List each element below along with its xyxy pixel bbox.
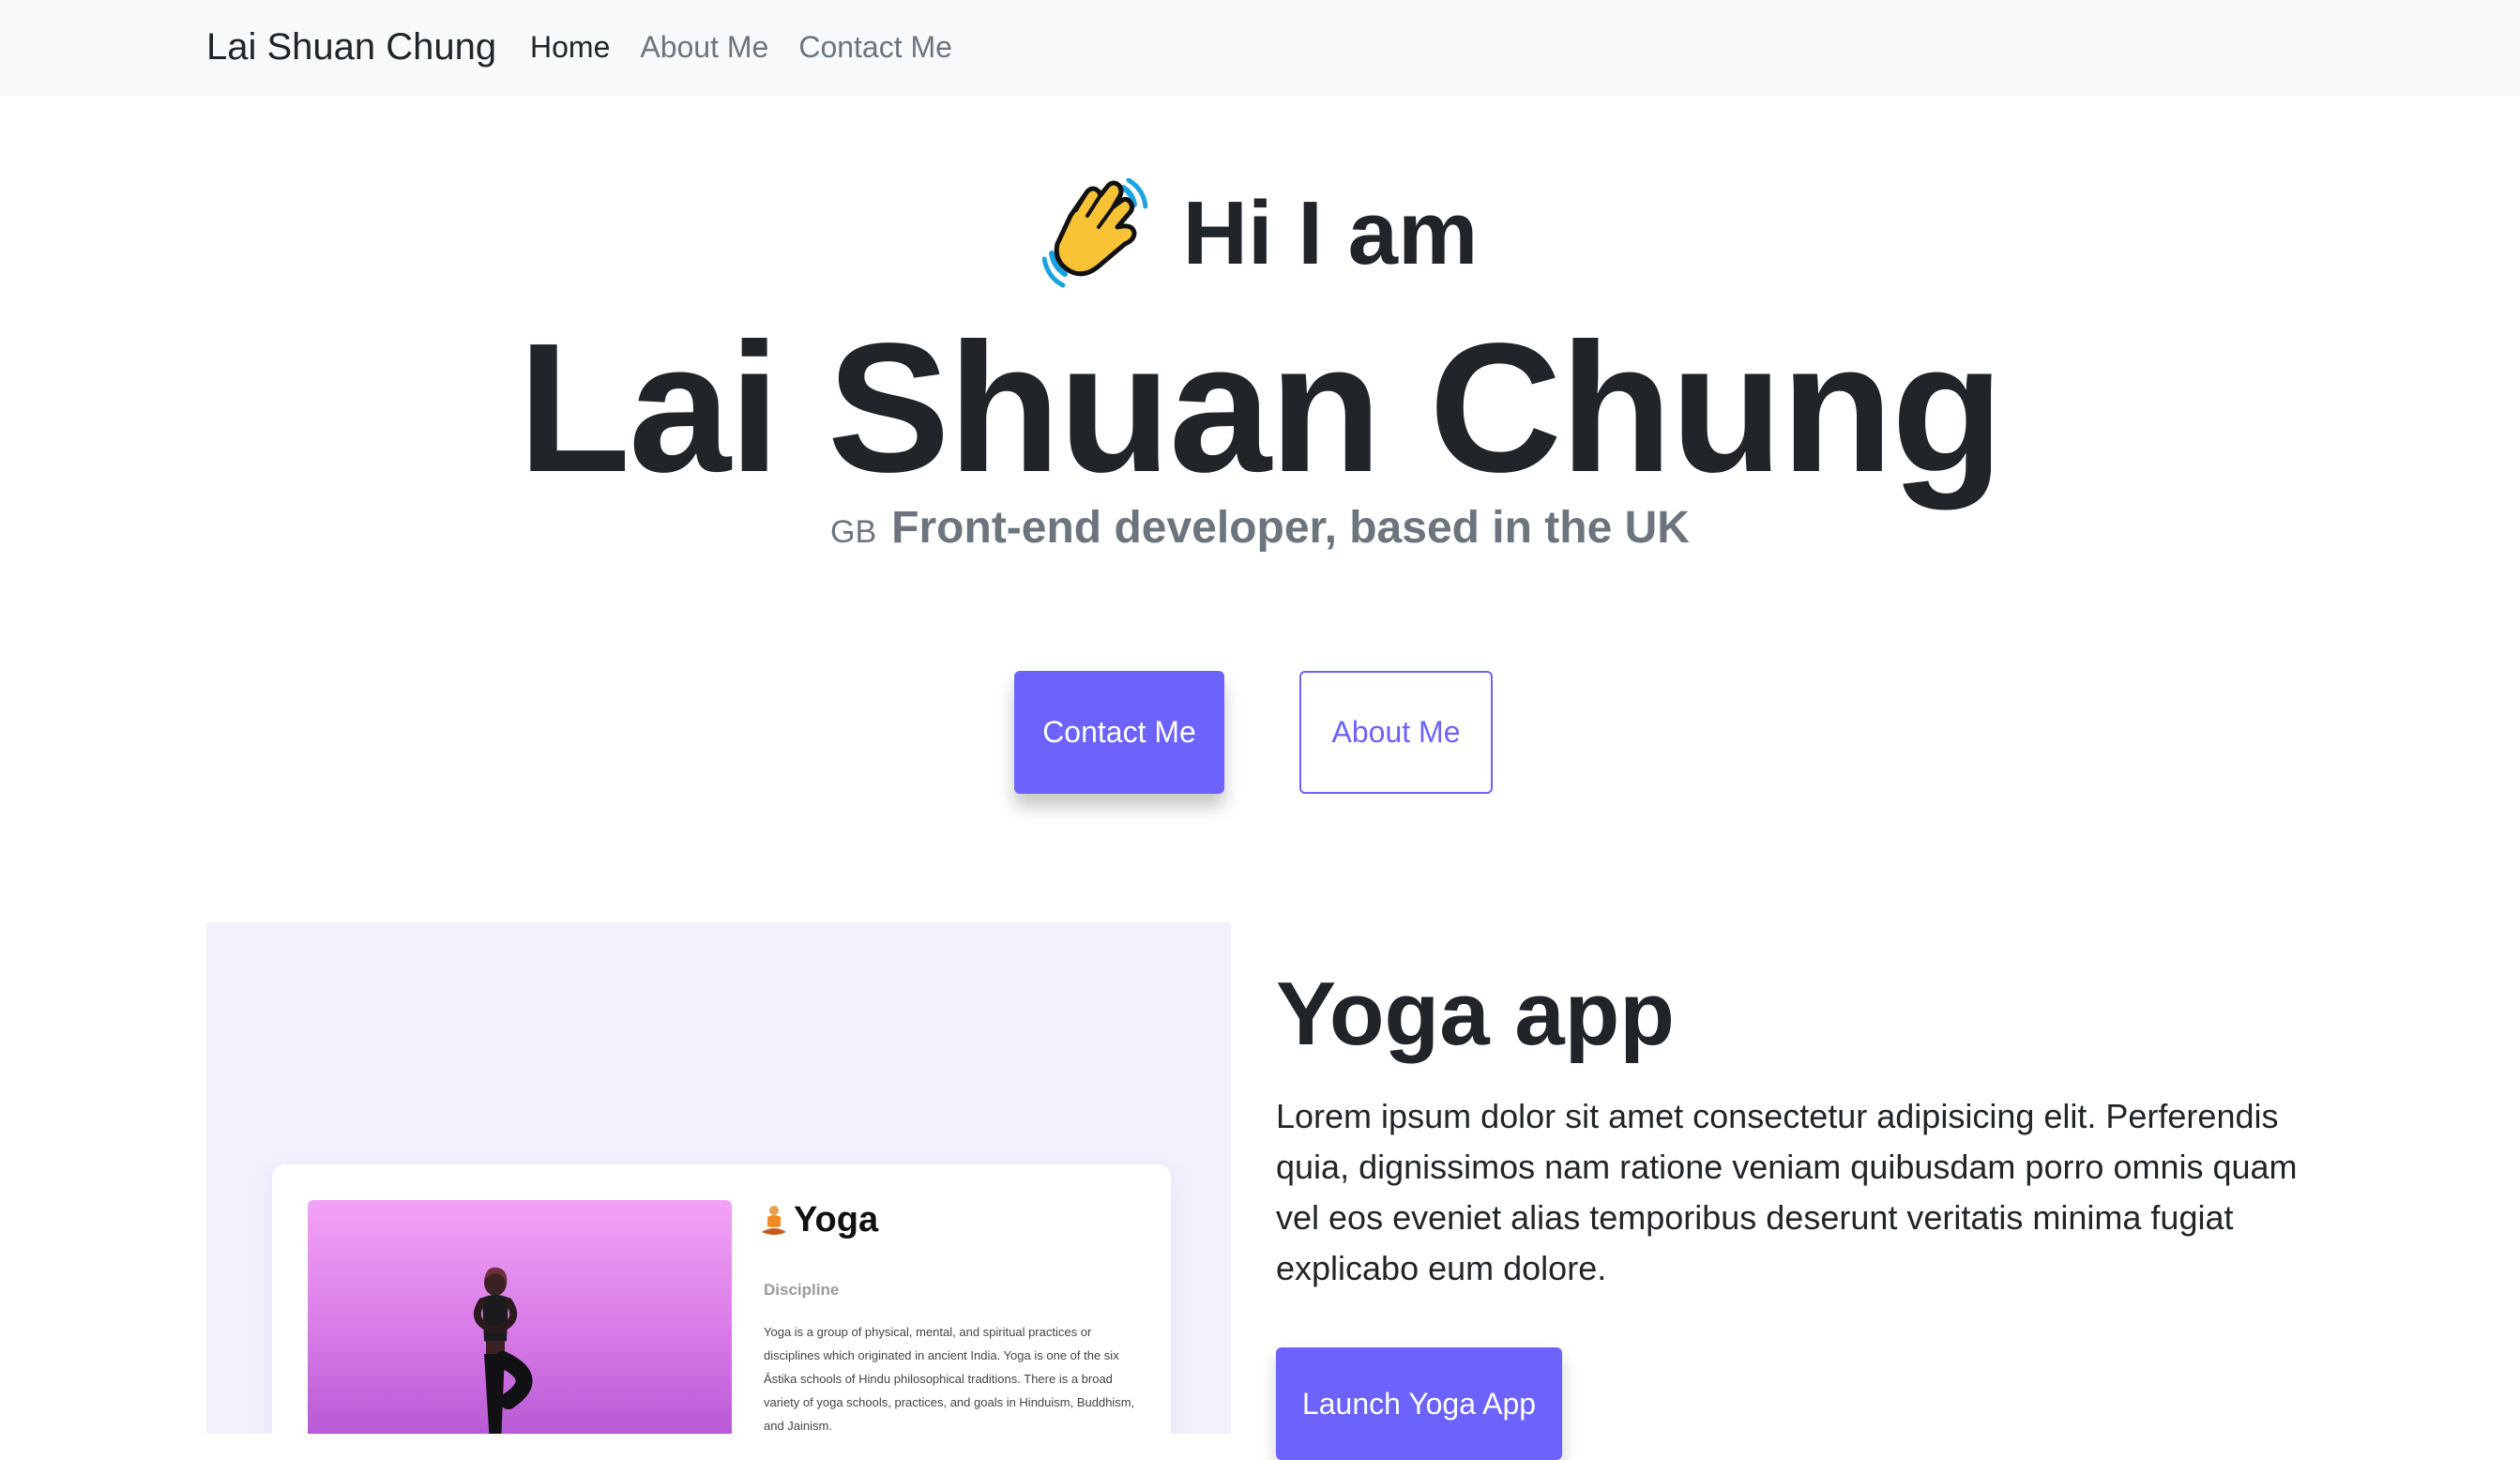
preview-title: Yoga: [794, 1200, 879, 1239]
yoga-pose-figure: [473, 1267, 533, 1434]
nav-link-home[interactable]: Home: [530, 23, 610, 71]
hero-greeting: Hi I am: [0, 178, 2520, 289]
launch-yoga-app-button[interactable]: Launch Yoga App: [1276, 1347, 1562, 1460]
nav-links: Home About Me Contact Me: [530, 23, 952, 71]
project-preview: Yoga Discipline Yoga is a group of physi…: [206, 922, 1231, 1434]
nav-link-about-me[interactable]: About Me: [640, 23, 768, 71]
greeting-text: Hi I am: [1182, 183, 1479, 283]
preview-description: Yoga is a group of physical, mental, and…: [764, 1325, 1135, 1433]
hero-name: Lai Shuan Chung: [518, 305, 2003, 510]
waving-hand-icon: [1041, 178, 1147, 288]
hero-subtitle: GB Front-end developer, based in the UK: [0, 502, 2520, 554]
yoga-photo: [308, 1200, 732, 1434]
navbar: Lai Shuan Chung Home About Me Contact Me: [0, 0, 2520, 96]
flag-code: GB: [830, 514, 877, 550]
project-description: Lorem ipsum dolor sit amet consectetur a…: [1276, 1097, 2298, 1287]
preview-card: Yoga Discipline Yoga is a group of physi…: [272, 1164, 1171, 1434]
preview-title-row: Yoga: [760, 1200, 878, 1240]
preview-discipline-label: Discipline: [764, 1281, 840, 1299]
project-title: Yoga app: [1276, 964, 1675, 1064]
meditation-icon: [762, 1205, 786, 1235]
contact-me-button[interactable]: Contact Me: [1014, 671, 1224, 794]
navbar-brand[interactable]: Lai Shuan Chung: [206, 23, 496, 71]
nav-link-contact-me[interactable]: Contact Me: [798, 23, 952, 71]
subtitle-text: Front-end developer, based in the UK: [891, 503, 1690, 553]
about-me-button[interactable]: About Me: [1299, 671, 1493, 794]
